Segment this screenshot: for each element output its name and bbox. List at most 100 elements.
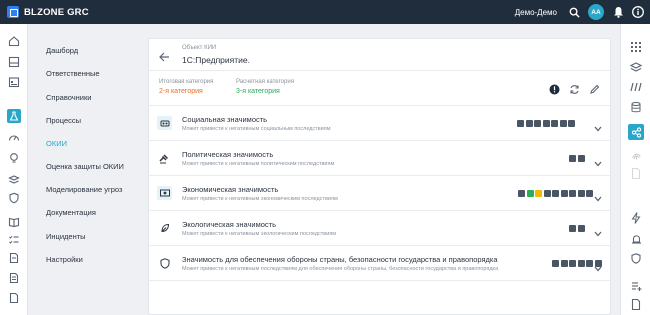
level-bar <box>543 190 551 197</box>
shield-icon <box>7 191 21 205</box>
shield-icon <box>629 251 643 265</box>
level-bar <box>535 190 542 197</box>
rail-shield[interactable] <box>0 188 28 208</box>
rr-share[interactable] <box>621 123 650 141</box>
rail-book[interactable] <box>0 212 28 232</box>
level-bar <box>569 155 576 162</box>
rr-layers[interactable] <box>621 58 650 76</box>
social-icon <box>157 116 172 130</box>
back-arrow-icon[interactable] <box>159 49 170 67</box>
rail-calendar[interactable] <box>0 72 28 92</box>
nav-item-threat-modeling[interactable]: Моделирование угроз <box>46 185 122 194</box>
level-bar <box>526 190 534 197</box>
rr-alarm[interactable] <box>621 229 650 247</box>
significance-desc: Может привести к негативным экологически… <box>182 231 337 237</box>
nav-item-dashboard[interactable]: Дашборд <box>46 46 78 55</box>
card-header: Объект КИИ 1С:Предприятие. <box>149 39 610 71</box>
search-icon[interactable] <box>568 6 580 18</box>
level-bar <box>525 120 533 127</box>
level-bar <box>542 120 550 127</box>
info-icon[interactable] <box>632 6 644 18</box>
rail-bulb[interactable] <box>0 148 28 168</box>
object-card: Объект КИИ 1С:Предприятие. Итоговая кате… <box>148 38 611 315</box>
warning-icon[interactable] <box>549 82 560 100</box>
shield-icon <box>157 256 172 270</box>
significance-title: Значимость для обеспечения обороны стран… <box>182 255 498 264</box>
chevron-down-icon[interactable] <box>594 189 602 207</box>
doc-icon <box>7 251 21 265</box>
file-icon <box>629 297 643 311</box>
fingerprint-icon <box>629 148 643 162</box>
nav-item-okii-assessment[interactable]: Оценка защиты ОКИИ <box>46 162 124 171</box>
significance-bars <box>569 155 585 162</box>
rail-checklist[interactable] <box>0 230 28 250</box>
rr-bolt[interactable] <box>621 209 650 227</box>
rr-slashes[interactable] <box>621 78 650 96</box>
list-add-icon <box>629 279 643 293</box>
edit-icon[interactable] <box>589 82 600 100</box>
significance-desc: Может привести к негативным социальным п… <box>182 126 331 132</box>
level-bar <box>577 260 585 267</box>
nav-item-directories[interactable]: Справочники <box>46 93 91 102</box>
level-bar <box>586 190 593 197</box>
significance-row-economic[interactable]: Экономическая значимость Может привести … <box>149 176 610 211</box>
checklist-icon <box>7 233 21 247</box>
chevron-down-icon[interactable] <box>594 119 602 137</box>
rail-gauge[interactable] <box>0 128 28 148</box>
rr-grid[interactable] <box>621 38 650 56</box>
significance-desc: Может привести к негативным последствиям… <box>182 266 499 272</box>
calc-category-value: 3-я категория <box>236 88 280 95</box>
refresh-icon[interactable] <box>569 82 580 100</box>
nav-item-documentation[interactable]: Документация <box>46 208 96 217</box>
file-icon <box>7 291 21 305</box>
level-bar <box>569 260 576 267</box>
rr-fingerprint[interactable] <box>621 146 650 164</box>
user-name[interactable]: Демо-Демо <box>515 8 557 17</box>
rr-doc-2[interactable] <box>621 295 650 313</box>
rr-list-add[interactable] <box>621 277 650 295</box>
avatar[interactable]: AA <box>588 4 604 20</box>
significance-row-political[interactable]: Политическая значимость Может привести к… <box>149 141 610 176</box>
rr-database[interactable] <box>621 98 650 116</box>
logo[interactable]: BLZONE GRC <box>7 6 89 18</box>
final-category-label: Итоговая категория <box>159 79 214 85</box>
gavel-icon <box>157 151 172 165</box>
slashes-icon <box>629 80 643 94</box>
nav-item-processes[interactable]: Процессы <box>46 116 81 125</box>
rail-doc-3[interactable] <box>0 288 28 308</box>
level-bar <box>517 120 524 127</box>
significance-title: Экологическая значимость <box>182 220 277 229</box>
nav-item-incidents[interactable]: Инциденты <box>46 232 86 241</box>
bulb-icon <box>7 151 21 165</box>
calc-category-label: Расчетная категория <box>236 79 294 85</box>
leaf-icon <box>157 221 172 235</box>
inbox-icon <box>7 55 21 69</box>
nav-item-settings[interactable]: Настройки <box>46 255 83 264</box>
rr-doc[interactable] <box>621 164 650 182</box>
rr-shield[interactable] <box>621 249 650 267</box>
significance-desc: Может привести к негативным политическим… <box>182 161 335 167</box>
logo-text: BLZONE GRC <box>24 6 89 18</box>
significance-row-social[interactable]: Социальная значимость Может привести к н… <box>149 106 610 141</box>
level-bar <box>560 260 568 267</box>
rail-home[interactable] <box>0 31 28 51</box>
level-bar <box>534 120 541 127</box>
chevron-down-icon[interactable] <box>594 259 602 277</box>
chevron-down-icon[interactable] <box>594 154 602 172</box>
rail-layers[interactable] <box>0 170 28 190</box>
significance-row-defense[interactable]: Значимость для обеспечения обороны стран… <box>149 246 610 281</box>
rail-okii[interactable] <box>0 106 28 126</box>
calendar-icon <box>7 75 21 89</box>
rail-doc[interactable] <box>0 248 28 268</box>
significance-row-ecological[interactable]: Экологическая значимость Может привести … <box>149 211 610 246</box>
chevron-down-icon[interactable] <box>594 224 602 242</box>
money-icon <box>157 186 172 200</box>
nav-item-responsible[interactable]: Ответственные <box>46 69 100 78</box>
rail-doc-2[interactable] <box>0 268 28 288</box>
bell-icon[interactable] <box>612 6 624 18</box>
nav-item-okii[interactable]: ОКИИ <box>46 139 67 148</box>
top-bar: BLZONE GRC Демо-Демо AA <box>0 0 650 24</box>
final-category: Итоговая категория 2-я категория <box>159 79 213 95</box>
section-nav: Дашборд Ответственные Справочники Процес… <box>28 24 146 315</box>
rail-inbox[interactable] <box>0 52 28 72</box>
